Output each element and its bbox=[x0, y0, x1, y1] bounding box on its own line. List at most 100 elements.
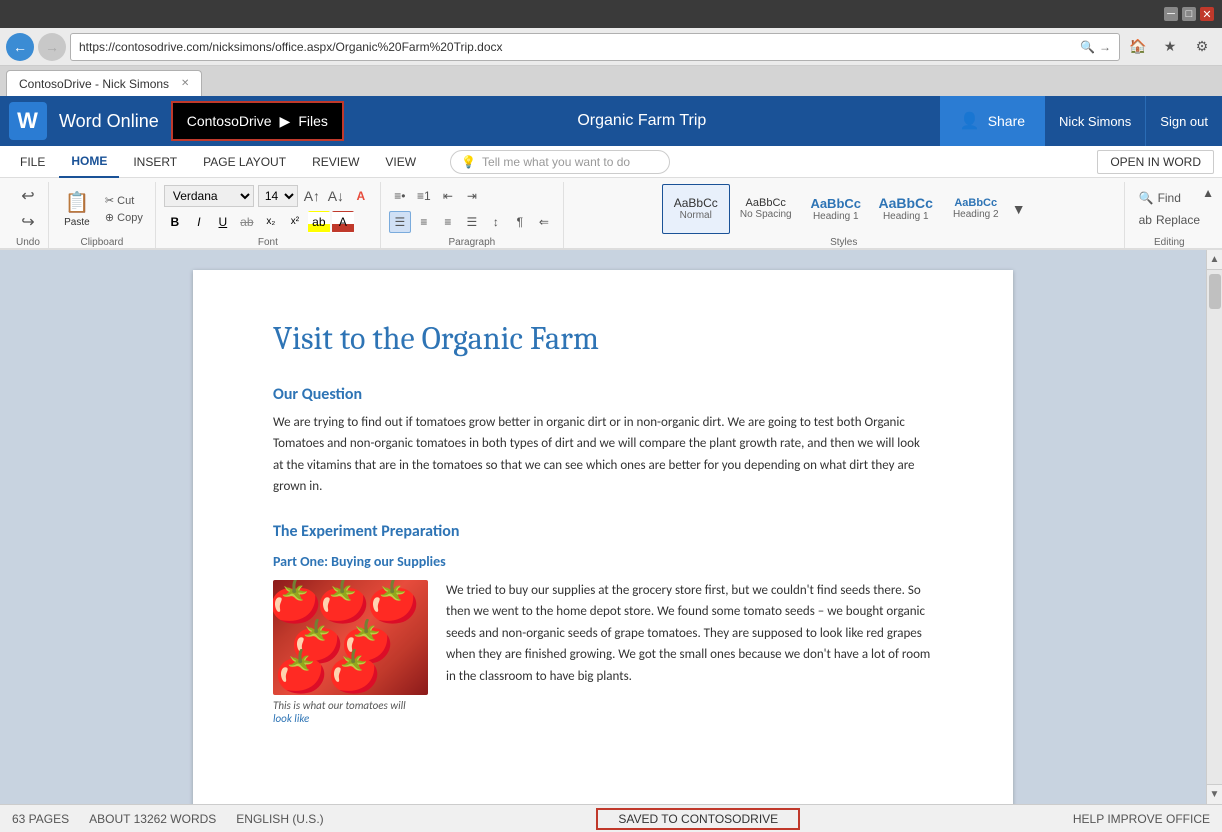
section1-body: We are trying to find out if tomatoes gr… bbox=[273, 412, 933, 498]
superscript-button[interactable]: x² bbox=[284, 211, 306, 233]
shrink-font-button[interactable]: A↓ bbox=[326, 186, 346, 206]
show-paragraph-button[interactable]: ¶ bbox=[509, 211, 531, 233]
word-logo: W bbox=[0, 96, 55, 146]
style-heading2[interactable]: AaBbCc Heading 2 bbox=[942, 184, 1010, 234]
justify-button[interactable]: ☰ bbox=[461, 211, 483, 233]
tell-me-input[interactable]: 💡 Tell me what you want to do bbox=[450, 150, 670, 174]
scroll-down-button[interactable]: ▼ bbox=[1207, 784, 1222, 804]
scroll-thumb[interactable] bbox=[1209, 274, 1221, 309]
word-logo-inner: W bbox=[9, 102, 47, 140]
clipboard-group: 📋 Paste ✂ Cut ⊕ Copy Clipboard bbox=[49, 182, 156, 248]
paragraph-group-label: Paragraph bbox=[449, 237, 496, 248]
strikethrough-button[interactable]: ab bbox=[236, 211, 258, 233]
style-h1-name: Heading 1 bbox=[813, 211, 859, 222]
tab-file[interactable]: FILE bbox=[8, 146, 57, 178]
undo-group-label: Undo bbox=[16, 237, 40, 248]
clear-format-button[interactable]: A bbox=[350, 185, 372, 207]
paste-button[interactable]: 📋 Paste bbox=[57, 187, 97, 231]
user-name[interactable]: Nick Simons bbox=[1045, 114, 1145, 129]
find-button[interactable]: 🔍 Find bbox=[1133, 189, 1206, 207]
style-heading1[interactable]: AaBbCc Heading 1 bbox=[802, 184, 870, 234]
doc-title-area: Organic Farm Trip bbox=[344, 112, 940, 130]
styles-gallery-arrow[interactable]: ▼ bbox=[1012, 184, 1026, 234]
copy-button[interactable]: ⊕ Copy bbox=[101, 210, 147, 225]
line-spacing-button[interactable]: ↕ bbox=[485, 211, 507, 233]
redo-button[interactable]: ↪ bbox=[17, 210, 38, 234]
back-button[interactable]: ← bbox=[6, 33, 34, 61]
section2-body: We tried to buy our supplies at the groc… bbox=[446, 580, 933, 687]
favorites-icon[interactable]: ★ bbox=[1156, 33, 1184, 61]
underline-button[interactable]: U bbox=[212, 211, 234, 233]
rtl-button[interactable]: ⇐ bbox=[533, 211, 555, 233]
section2-heading: The Experiment Preparation bbox=[273, 522, 933, 541]
tab-view[interactable]: VIEW bbox=[373, 146, 428, 178]
tab-page-layout[interactable]: PAGE LAYOUT bbox=[191, 146, 298, 178]
style-normal-name: Normal bbox=[680, 210, 712, 221]
image-caption-line1: This is what our tomatoes will bbox=[273, 699, 406, 712]
style-normal[interactable]: AaBbCc Normal bbox=[662, 184, 730, 234]
italic-button[interactable]: I bbox=[188, 211, 210, 233]
ribbon-tab-bar: FILE HOME INSERT PAGE LAYOUT REVIEW VIEW… bbox=[0, 146, 1222, 178]
tab-home[interactable]: HOME bbox=[59, 146, 119, 178]
scrollbar[interactable]: ▲ ▼ bbox=[1206, 250, 1222, 804]
cut-copy-area: ✂ Cut ⊕ Copy bbox=[101, 193, 147, 225]
align-right-button[interactable]: ≡ bbox=[437, 211, 459, 233]
settings-icon[interactable]: ⚙ bbox=[1188, 33, 1216, 61]
status-center: SAVED TO CONTOSODRIVE bbox=[324, 808, 1073, 830]
cut-button[interactable]: ✂ Cut bbox=[101, 193, 147, 208]
style-heading1-bold[interactable]: AaBbCc Heading 1 bbox=[872, 184, 940, 234]
status-bar: 63 PAGES ABOUT 13262 WORDS ENGLISH (U.S.… bbox=[0, 804, 1222, 832]
font-size-select[interactable]: 14 bbox=[258, 185, 298, 207]
bullet-list-button[interactable]: ≡• bbox=[389, 185, 411, 207]
tab-close-icon[interactable]: ✕ bbox=[181, 78, 189, 89]
styles-group: AaBbCc Normal AaBbCc No Spacing AaBbCc H… bbox=[564, 182, 1125, 248]
tab-insert[interactable]: INSERT bbox=[121, 146, 189, 178]
align-center-button[interactable]: ≡ bbox=[413, 211, 435, 233]
restore-button[interactable]: □ bbox=[1182, 7, 1196, 21]
sign-out-button[interactable]: Sign out bbox=[1145, 96, 1222, 146]
replace-icon: ab bbox=[1139, 213, 1152, 227]
open-in-word-button[interactable]: OPEN IN WORD bbox=[1097, 150, 1214, 174]
highlight-button[interactable]: ab bbox=[308, 211, 330, 233]
grow-font-button[interactable]: A↑ bbox=[302, 186, 322, 206]
breadcrumb-separator: ▶ bbox=[280, 113, 291, 130]
undo-group: ↩ ↪ Undo bbox=[8, 182, 49, 248]
subscript-button[interactable]: x₂ bbox=[260, 211, 282, 233]
style-no-spacing[interactable]: AaBbCc No Spacing bbox=[732, 184, 800, 234]
tomato-image: 🍅 🍅 🍅 🍅 🍅 🍅 🍅 bbox=[273, 580, 428, 695]
share-button[interactable]: 👤 Share bbox=[940, 96, 1045, 146]
undo-button[interactable]: ↩ bbox=[17, 184, 38, 208]
scroll-track[interactable] bbox=[1207, 270, 1222, 784]
scroll-up-button[interactable]: ▲ bbox=[1207, 250, 1222, 270]
number-list-button[interactable]: ≡1 bbox=[413, 185, 435, 207]
home-icon[interactable]: 🏠 bbox=[1124, 33, 1152, 61]
increase-indent-button[interactable]: ⇥ bbox=[461, 185, 483, 207]
styles-group-label: Styles bbox=[830, 237, 857, 248]
breadcrumb-drive: ContosoDrive bbox=[187, 113, 272, 129]
minimize-button[interactable]: ─ bbox=[1164, 7, 1178, 21]
ribbon-collapse-button[interactable]: ▲ bbox=[1202, 186, 1214, 200]
style-no-spacing-name: No Spacing bbox=[740, 209, 792, 220]
go-button[interactable]: → bbox=[1099, 40, 1111, 54]
breadcrumb-folder: Files bbox=[298, 113, 328, 129]
align-left-button[interactable]: ☰ bbox=[389, 211, 411, 233]
close-button[interactable]: ✕ bbox=[1200, 7, 1214, 21]
tomato-emoji-7: 🍅 bbox=[328, 648, 380, 695]
font-color-button[interactable]: A bbox=[332, 211, 354, 233]
address-bar[interactable]: https://contosodrive.com/nicksimons/offi… bbox=[70, 33, 1120, 61]
status-left: 63 PAGES ABOUT 13262 WORDS ENGLISH (U.S.… bbox=[12, 812, 324, 826]
decrease-indent-button[interactable]: ⇤ bbox=[437, 185, 459, 207]
section1-heading: Our Question bbox=[273, 385, 933, 404]
breadcrumb[interactable]: ContosoDrive ▶ Files bbox=[171, 101, 344, 141]
word-app: W Word Online ContosoDrive ▶ Files Organ… bbox=[0, 96, 1222, 832]
forward-button[interactable]: → bbox=[38, 33, 66, 61]
replace-button[interactable]: ab Replace bbox=[1133, 211, 1206, 229]
saved-status[interactable]: SAVED TO CONTOSODRIVE bbox=[596, 808, 800, 830]
tab-review[interactable]: REVIEW bbox=[300, 146, 371, 178]
word-app-name: Word Online bbox=[55, 111, 171, 132]
tab-contosodrive[interactable]: ContosoDrive - Nick Simons ✕ bbox=[6, 70, 202, 96]
help-improve-button[interactable]: HELP IMPROVE OFFICE bbox=[1073, 812, 1210, 826]
font-family-select[interactable]: Verdana bbox=[164, 185, 254, 207]
bold-button[interactable]: B bbox=[164, 211, 186, 233]
paragraph-group: ≡• ≡1 ⇤ ⇥ ☰ ≡ ≡ ☰ ↕ ¶ ⇐ Paragr bbox=[381, 182, 564, 248]
